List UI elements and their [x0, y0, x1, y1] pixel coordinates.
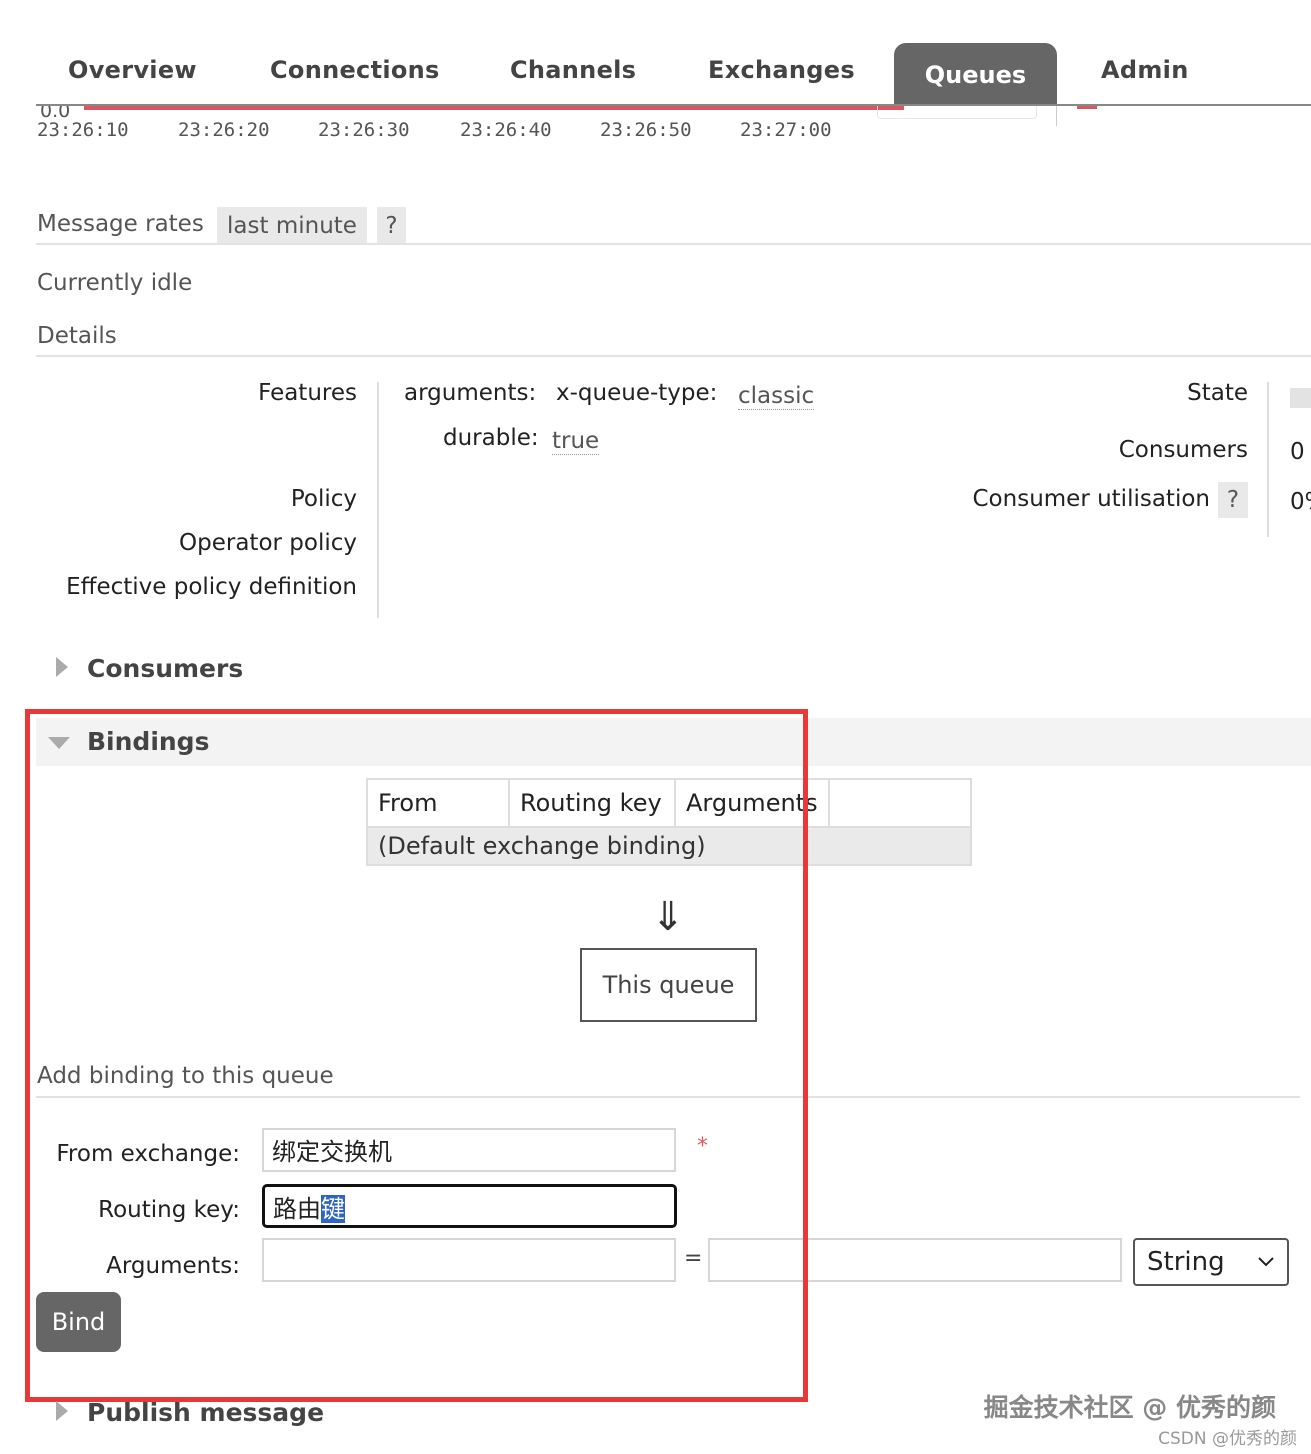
chart-divider — [1056, 104, 1057, 126]
details-heading: Details — [37, 323, 117, 349]
durable-value: true — [552, 428, 600, 455]
consumers-section-title[interactable]: Consumers — [87, 654, 243, 683]
highlight-annotation-box — [25, 709, 808, 1402]
tab-connections[interactable]: Connections — [270, 56, 440, 84]
tab-bar — [0, 0, 1311, 104]
watermark: 掘金技术社区 @ 优秀的颜 — [983, 1393, 1276, 1422]
consumer-utilisation-help-button[interactable]: ? — [1218, 482, 1248, 518]
queue-type-value: classic — [738, 383, 815, 410]
consumer-utilisation-label: Consumer utilisation — [972, 486, 1211, 512]
message-rates-period-button[interactable]: last minute — [217, 207, 367, 244]
tab-admin[interactable]: Admin — [1101, 56, 1189, 84]
chart-legend-box — [877, 104, 1037, 119]
publish-message-section-title[interactable]: Publish message — [87, 1398, 324, 1427]
tab-overview[interactable]: Overview — [68, 56, 197, 84]
watermark-sub: CSDN @优秀的颜 — [1158, 1429, 1297, 1449]
argument-type-selected: String — [1147, 1247, 1225, 1277]
idle-status: Currently idle — [37, 270, 193, 296]
chart-tick: 23:27:00 — [740, 119, 832, 141]
argument-type-select[interactable]: String — [1133, 1238, 1289, 1286]
chart-tick: 23:26:30 — [318, 119, 410, 141]
chart-tick: 23:26:10 — [37, 119, 129, 141]
message-rates-help-button[interactable]: ? — [377, 207, 406, 244]
message-rates-label: Message rates — [37, 211, 204, 237]
operator-policy-label: Operator policy — [179, 530, 357, 556]
policy-label: Policy — [290, 486, 357, 512]
chevron-down-icon — [1258, 1257, 1274, 1267]
expand-arrow-icon[interactable] — [56, 657, 68, 677]
chart-tick: 23:26:20 — [178, 119, 270, 141]
divider — [36, 243, 1311, 245]
consumer-utilisation-value: 0% — [1290, 489, 1311, 515]
tab-exchanges[interactable]: Exchanges — [708, 56, 855, 84]
features-label: Features — [258, 380, 357, 406]
chart-tick: 23:26:40 — [460, 119, 552, 141]
divider — [36, 355, 1311, 357]
chart-tick: 23:26:50 — [600, 119, 692, 141]
effective-policy-label: Effective policy definition — [66, 574, 357, 600]
details-separator — [1267, 382, 1269, 537]
arguments-key: arguments: — [404, 380, 537, 406]
expand-arrow-icon[interactable] — [56, 1401, 68, 1421]
queue-type-key: x-queue-type: — [556, 380, 718, 406]
tab-queues[interactable]: Queues — [894, 43, 1057, 106]
consumers-label: Consumers — [1118, 437, 1248, 463]
tab-channels[interactable]: Channels — [510, 56, 636, 84]
details-separator — [377, 382, 379, 618]
state-label: State — [1187, 380, 1248, 406]
consumers-value: 0 — [1290, 439, 1305, 465]
state-indicator — [1290, 388, 1311, 408]
durable-key: durable: — [443, 425, 539, 451]
tab-bar-underline — [36, 104, 1311, 106]
column-actions — [828, 778, 972, 828]
